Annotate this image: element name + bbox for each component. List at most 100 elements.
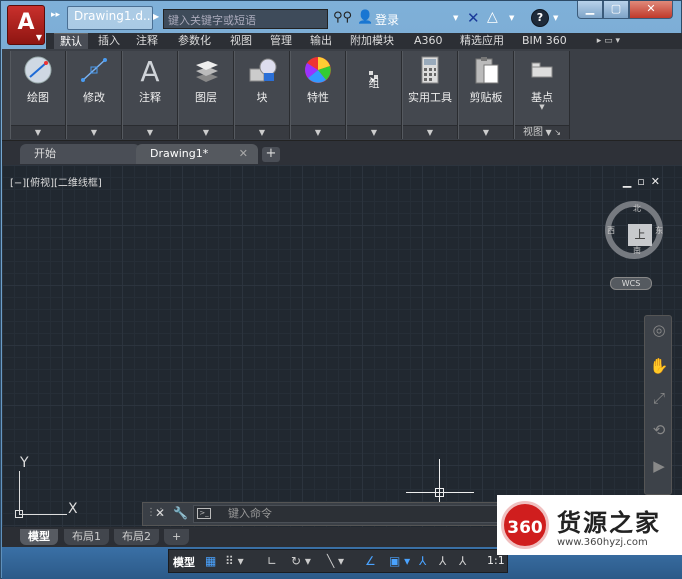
orbit-icon[interactable]: ⟲ [649, 420, 669, 440]
panel-expander[interactable]: ▼ [179, 125, 233, 139]
ribbon-panel-8[interactable]: 剪贴板 ▼ [458, 51, 514, 139]
ribbon-panel-label[interactable]: 剪贴板 [459, 89, 513, 105]
login-dropdown-icon[interactable]: ▼ [453, 14, 458, 22]
compass-east-label[interactable]: 东 [655, 225, 663, 236]
tab-7[interactable]: 附加模块 [344, 33, 400, 49]
ribbon-panel-label[interactable]: 修改 [67, 89, 121, 105]
draw-icon[interactable] [22, 55, 54, 85]
utilities-icon[interactable] [414, 55, 446, 85]
panel-expander[interactable]: ▼ [291, 125, 345, 139]
chevron-down-icon[interactable]: ▼ [315, 128, 321, 137]
chevron-down-icon[interactable]: ▼ [35, 128, 41, 137]
chevron-down-icon[interactable]: ▼ [515, 103, 569, 111]
ribbon-display-toggle-icon[interactable]: ▸ ▭ ▾ [597, 36, 620, 46]
compass-west-label[interactable]: 西 [607, 225, 615, 236]
viewport-window-controls[interactable]: ▁▫✕ [623, 175, 666, 188]
compass-south-label[interactable]: 南 [633, 245, 641, 256]
command-prompt-icon[interactable]: >_ [197, 508, 211, 519]
ribbon-panel-3[interactable]: 图层 ▼ [178, 51, 234, 139]
grid-icon[interactable]: ▦ [205, 553, 216, 570]
wcs-menu[interactable]: WCS [610, 277, 652, 290]
tab-10[interactable]: BIM 360 [516, 33, 573, 49]
binoculars-icon[interactable]: ⚲⚲ [333, 10, 352, 26]
layout-tab-layout1[interactable]: 布局1 [64, 529, 109, 545]
layers-icon[interactable] [190, 55, 222, 85]
showmotion-icon[interactable]: ▶ [649, 456, 669, 476]
panel-expander[interactable]: ▼ [67, 125, 121, 139]
wrench-icon[interactable]: 🔧 [173, 506, 188, 520]
maximize-button[interactable]: ▢ [603, 1, 629, 19]
object-snap-icon[interactable]: ▣ ▾ [389, 553, 410, 570]
command-input[interactable]: 键入命令 [193, 505, 499, 523]
modify-icon[interactable] [78, 55, 110, 85]
chevron-down-icon[interactable]: ▼ [203, 128, 209, 137]
ribbon-panel-7[interactable]: 实用工具 ▼ [402, 51, 458, 139]
tab-8[interactable]: A360 [408, 33, 449, 49]
ribbon-panel-label[interactable]: 注释 [123, 89, 177, 105]
ribbon-panel-6[interactable]: 组 ▼ [346, 51, 402, 139]
a360-dropdown-icon[interactable]: ▼ [509, 14, 514, 22]
chevron-down-icon[interactable]: ▼ [259, 128, 265, 137]
tab-4[interactable]: 视图 [224, 33, 258, 49]
ribbon-panel-label[interactable]: 实用工具 [403, 89, 457, 105]
properties-icon[interactable] [302, 55, 334, 85]
panel-expander[interactable]: ▼ [347, 125, 401, 139]
clipboard-icon[interactable] [470, 55, 502, 85]
new-tab-button[interactable]: + [262, 147, 280, 162]
chevron-down-icon[interactable]: ▼ [147, 128, 153, 137]
tab-9[interactable]: 精选应用 [454, 33, 510, 49]
ribbon-panel-label[interactable]: 绘图 [11, 89, 65, 105]
chevron-down-icon[interactable]: ▼ [371, 128, 377, 137]
add-layout-button[interactable]: + [164, 529, 190, 545]
model-space-toggle[interactable]: 模型 [173, 554, 195, 570]
ortho-icon[interactable]: ∟ [267, 553, 277, 570]
quick-access-expand-icon[interactable]: ▸▸ [51, 10, 63, 24]
drawing-canvas[interactable]: [−][俯视][二维线框] ▁▫✕ 上 北 南 东 西 WCS ◎ ✋ ⤢ ⟲ … [2, 165, 682, 527]
chevron-down-icon[interactable]: ▼ [483, 128, 489, 137]
layout-tab-layout2[interactable]: 布局2 [114, 529, 159, 545]
login-link[interactable]: 登录 [375, 11, 399, 28]
viewport-controls-label[interactable]: [−][俯视][二维线框] [10, 174, 102, 189]
close-icon[interactable]: ✕ [155, 506, 165, 520]
chevron-down-icon[interactable]: ▼ [91, 128, 97, 137]
panel-expander[interactable]: ▼ [459, 125, 513, 139]
ribbon-panel-0[interactable]: 绘图 ▼ [10, 51, 66, 139]
snap-icon[interactable]: ⠿ ▾ [225, 553, 244, 570]
tab-5[interactable]: 管理 [264, 33, 298, 49]
ribbon-panel-4[interactable]: 块 ▼ [234, 51, 290, 139]
pan-hand-icon[interactable]: ✋ [649, 356, 669, 376]
help-icon[interactable]: ? [531, 9, 549, 27]
panel-expander[interactable]: ▼ [235, 125, 289, 139]
ribbon-panel-5[interactable]: 特性 ▼ [290, 51, 346, 139]
annotation-scale-icon[interactable]: ⅄ [459, 553, 466, 570]
chevron-down-icon[interactable]: ▼ [427, 128, 433, 137]
minimize-button[interactable]: ▁ [577, 1, 603, 19]
object-snap-tracking-icon[interactable]: ∠ [365, 553, 376, 570]
ribbon-panel-label[interactable]: 组 [347, 75, 401, 91]
ribbon-panel-label[interactable]: 块 [235, 89, 289, 105]
panel-expander[interactable]: ▼ [123, 125, 177, 139]
tab-1[interactable]: 插入 [92, 33, 126, 49]
ribbon-panel-1[interactable]: 修改 ▼ [66, 51, 122, 139]
basepoint-icon[interactable] [526, 55, 558, 85]
annotation-visibility-icon[interactable]: ⅄ [419, 553, 426, 570]
polar-tracking-icon[interactable]: ↻ ▾ [291, 553, 311, 570]
file-tab-start[interactable]: 开始 [20, 144, 140, 164]
tab-0[interactable]: 默认 [54, 33, 88, 49]
annotation-icon[interactable]: A [134, 55, 166, 88]
help-dropdown-icon[interactable]: ▼ [553, 14, 558, 22]
compass-north-label[interactable]: 北 [633, 203, 641, 214]
layout-tab-model[interactable]: 模型 [20, 529, 58, 545]
steering-wheel-icon[interactable]: ◎ [649, 320, 669, 340]
viewcube[interactable]: 上 北 南 东 西 [605, 201, 663, 259]
title-arrow-icon[interactable]: ▶ [153, 12, 159, 21]
close-button[interactable]: ✕ [629, 1, 673, 19]
annotation-scale-value[interactable]: 1:1 [487, 554, 505, 567]
panel-footer-label[interactable]: 视图 [523, 127, 543, 138]
viewcube-top-face[interactable]: 上 [628, 224, 652, 246]
ribbon-panel-2[interactable]: A 注释 ▼ [122, 51, 178, 139]
tab-6[interactable]: 输出 [304, 33, 338, 49]
a360-icon[interactable]: △ [487, 9, 498, 25]
ribbon-panel-9[interactable]: 基点 ▼ 视图 ▼ ↘ [514, 51, 570, 139]
zoom-icon[interactable]: ⤢ [649, 388, 669, 408]
